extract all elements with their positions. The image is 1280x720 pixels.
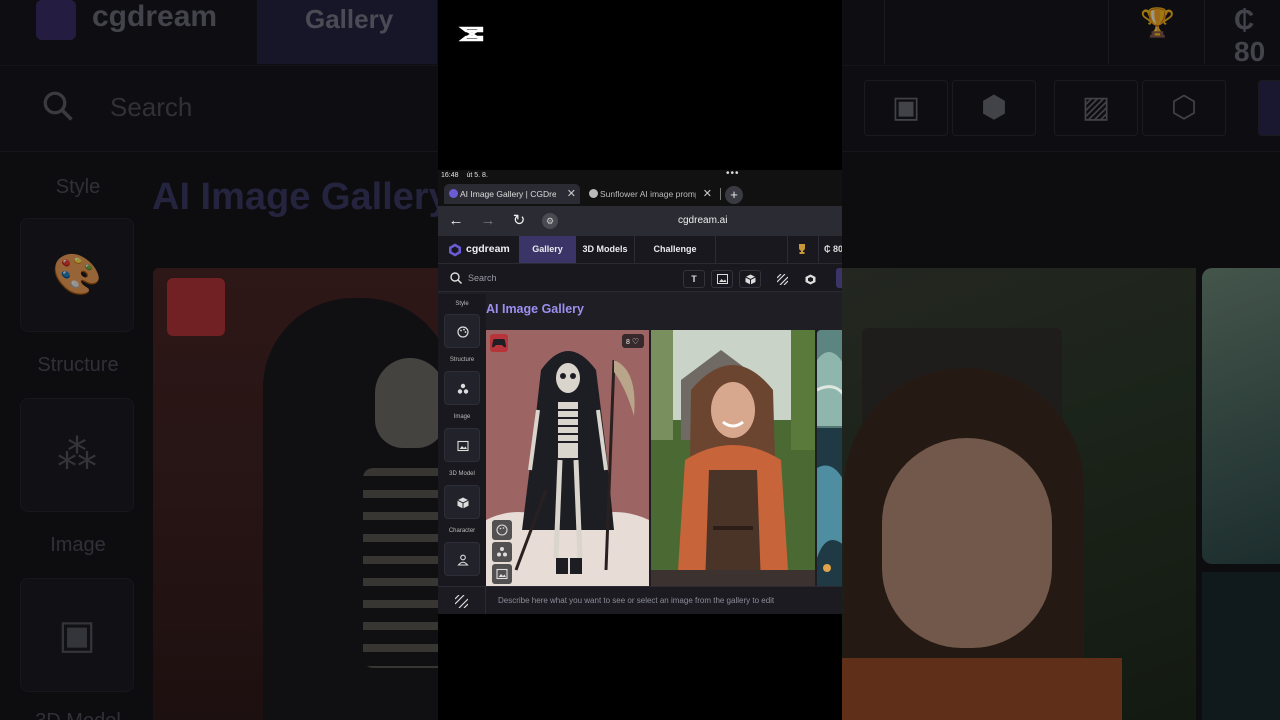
heart-icon: ♡ <box>631 337 640 346</box>
nodes-icon <box>457 383 469 394</box>
stripes-icon <box>776 273 788 286</box>
tab-strip: AI Image Gallery | CGDream ✕ Sunflower A… <box>438 182 842 206</box>
fantasy-image <box>817 330 842 426</box>
sidebar-label-structure: Structure <box>449 357 475 363</box>
woman-image <box>651 330 815 586</box>
sidebar-structure-button[interactable] <box>444 371 480 405</box>
palette-icon <box>457 326 469 338</box>
cgdream-logo-icon[interactable] <box>448 243 462 257</box>
pattern-filter-button[interactable] <box>771 270 793 288</box>
close-tab-icon[interactable]: ✕ <box>703 187 712 200</box>
site-header: cgdream Gallery 3D Models Challenge ₵ 80 <box>438 236 842 264</box>
trophy-icon[interactable] <box>796 243 808 255</box>
like-count: 8 <box>626 339 630 346</box>
cgdream-icon <box>805 274 815 285</box>
status-time: 16:48 <box>441 172 459 179</box>
sidebar-label-character: Character <box>448 528 476 534</box>
nav-3d-models[interactable]: 3D Models <box>576 236 634 263</box>
screen: cgdream Gallery 🏆 ₵ 80 Search ▣ ⬢ ▨ ⬡ St… <box>0 0 1280 720</box>
address-bar: ← → ↻ ⚙ cgdream.ai <box>438 206 842 236</box>
tab-ai-image-gallery[interactable]: AI Image Gallery | CGDream ✕ <box>444 184 580 204</box>
prompt-pattern-button[interactable] <box>438 587 486 614</box>
gallery-card-fantasy-2[interactable] <box>817 428 842 586</box>
header-divider <box>787 236 788 263</box>
gallery-card-reaper[interactable]: 8 ♡ <box>486 330 649 586</box>
like-button[interactable]: 8 ♡ <box>622 334 644 348</box>
search-row: T <box>438 264 842 292</box>
reload-icon[interactable]: ↻ <box>510 212 528 230</box>
image-icon <box>496 568 508 580</box>
image-filter-button[interactable] <box>711 270 733 288</box>
prompt-bar: Describe here what you want to see or se… <box>438 586 842 614</box>
stripes-icon <box>455 595 468 608</box>
search-input[interactable] <box>468 270 668 286</box>
status-date: út 5. 8. <box>466 172 488 179</box>
image-icon <box>716 274 728 284</box>
sidebar-character-button[interactable] <box>444 542 480 576</box>
card-structure-button[interactable] <box>492 542 512 562</box>
palette-icon <box>496 524 508 536</box>
sidebar-3d-model-button[interactable] <box>444 485 480 519</box>
more-filters-button[interactable] <box>836 268 842 288</box>
sidebar-image-button[interactable] <box>444 428 480 462</box>
gallery-card-woman[interactable] <box>651 330 815 586</box>
globe-favicon-icon <box>589 189 598 198</box>
cgdream-favicon-icon <box>449 189 458 198</box>
site-info-icon[interactable]: ⚙ <box>542 213 558 229</box>
back-arrow-icon[interactable]: ← <box>447 212 465 230</box>
cube-icon <box>744 274 756 285</box>
search-icon <box>450 272 463 285</box>
close-tab-icon[interactable]: ✕ <box>567 187 576 200</box>
prompt-input[interactable]: Describe here what you want to see or se… <box>498 596 774 605</box>
credits-balance[interactable]: ₵ 80 <box>824 244 842 254</box>
url-text[interactable]: cgdream.ai <box>678 215 727 226</box>
status-bar: 16:48 út 5. 8. ••• <box>438 170 842 182</box>
sidebar-label-3d-model: 3D Model <box>449 471 475 477</box>
browser-window: 16:48 út 5. 8. ••• AI Image Gallery | CG… <box>438 170 842 614</box>
text-filter-button[interactable]: T <box>683 270 705 288</box>
image-icon <box>457 440 469 452</box>
sidebar: Style Structure Image 3D Model Character <box>438 294 486 614</box>
tab-label: AI Image Gallery | CGDream <box>460 189 556 199</box>
sidebar-label-image: Image <box>453 414 471 420</box>
capcut-logo-icon <box>458 26 484 42</box>
cgdream-filter-button[interactable] <box>799 270 821 288</box>
sidebar-label-style: Style <box>455 301 469 307</box>
3d-filter-button[interactable] <box>739 270 761 288</box>
tab-label: Sunflower AI image prompt <box>600 189 696 199</box>
gamepad-badge-icon <box>490 334 508 352</box>
cube-icon <box>457 497 469 509</box>
page-title: AI Image Gallery <box>486 302 584 316</box>
nav-challenge[interactable]: Challenge <box>635 236 715 263</box>
header-divider <box>715 236 716 263</box>
tab-divider <box>720 188 721 200</box>
nav-gallery[interactable]: Gallery <box>519 236 576 263</box>
sidebar-style-button[interactable] <box>444 314 480 348</box>
new-tab-button[interactable]: + <box>725 186 743 204</box>
forward-arrow-icon[interactable]: → <box>479 212 497 230</box>
phone-recording: 16:48 út 5. 8. ••• AI Image Gallery | CG… <box>438 0 842 720</box>
tab-sunflower-prompt[interactable]: Sunflower AI image prompt ✕ <box>584 184 716 204</box>
fantasy-image-2 <box>817 428 842 586</box>
brand-name[interactable]: cgdream <box>466 243 510 255</box>
person-icon <box>457 554 469 566</box>
card-style-button[interactable] <box>492 520 512 540</box>
card-image-button[interactable] <box>492 564 512 584</box>
multitask-dots-icon[interactable]: ••• <box>726 170 740 179</box>
card-tool-stack <box>492 520 512 584</box>
header-divider <box>818 236 819 263</box>
nodes-icon <box>497 547 507 557</box>
